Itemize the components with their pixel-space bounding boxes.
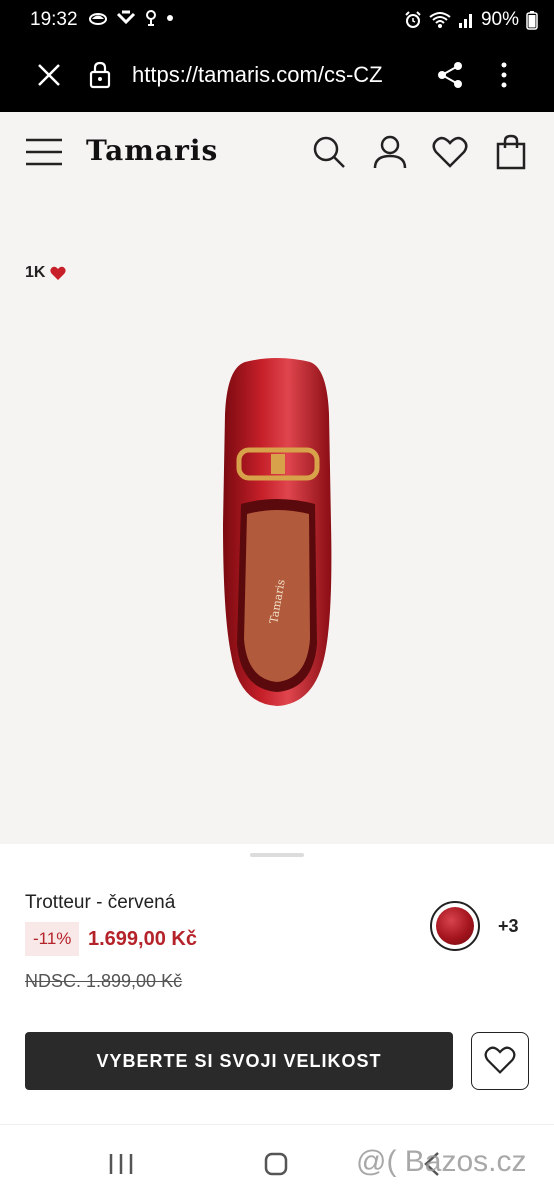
url-field[interactable]: https://tamaris.com/cs-CZ <box>132 62 412 88</box>
color-swatch-red[interactable] <box>430 901 480 951</box>
more-menu-icon[interactable] <box>494 60 514 90</box>
swatch-color <box>436 907 474 945</box>
more-colors-link[interactable]: +3 <box>498 916 519 937</box>
wishlist-icon[interactable] <box>432 134 468 170</box>
battery-icon <box>526 11 538 30</box>
product-image: Tamaris <box>223 358 332 706</box>
battery-level: 90% <box>480 9 519 30</box>
sheet-drag-handle[interactable] <box>250 853 304 857</box>
share-icon[interactable] <box>436 60 464 90</box>
game-icon <box>116 10 136 25</box>
dot-icon <box>167 15 173 21</box>
status-left-icons <box>88 9 174 27</box>
search-icon[interactable] <box>311 134 347 170</box>
status-time: 19:32 <box>30 9 78 30</box>
watermark: @( Bazos.cz <box>356 1145 527 1178</box>
account-icon[interactable] <box>372 134 408 170</box>
add-to-wishlist-button[interactable] <box>471 1032 529 1090</box>
status-right-icons: 90% <box>404 9 538 31</box>
site-header: Tamaris <box>0 112 554 194</box>
cart-icon[interactable] <box>493 134 529 170</box>
old-price: NDSC. 1.899,00 Kč <box>25 971 183 991</box>
menu-icon[interactable] <box>26 138 62 166</box>
cloud-icon <box>89 13 107 25</box>
heart-outline-icon <box>484 1046 516 1074</box>
product-info-sheet: Trotteur - červená -11% 1.699,00 Kč NDSC… <box>0 844 554 1124</box>
heart-filled-icon <box>50 266 67 280</box>
product-price: 1.699,00 Kč <box>88 928 197 950</box>
status-bar: 19:32 90% <box>0 0 554 40</box>
system-nav-bar: @( Bazos.cz <box>0 1124 554 1200</box>
signal-icon <box>458 14 472 28</box>
home-icon[interactable] <box>264 1152 288 1176</box>
close-icon[interactable] <box>34 60 64 90</box>
wifi-icon <box>429 12 451 28</box>
likes-counter[interactable]: 1K <box>25 264 67 282</box>
alarm-icon <box>405 11 421 28</box>
likes-count: 1K <box>25 264 46 281</box>
select-size-button[interactable]: VYBERTE SI SVOJI VELIKOST <box>25 1032 453 1090</box>
recent-apps-icon[interactable] <box>108 1153 134 1175</box>
product-image-area[interactable]: 1K Tamaris <box>0 194 554 844</box>
browser-url-bar: https://tamaris.com/cs-CZ <box>0 40 554 112</box>
product-name: Trotteur - červená <box>25 892 176 913</box>
location-icon <box>146 10 156 26</box>
discount-badge: -11% <box>25 922 80 956</box>
lock-icon[interactable] <box>88 60 112 90</box>
logo[interactable]: Tamaris <box>86 134 218 167</box>
